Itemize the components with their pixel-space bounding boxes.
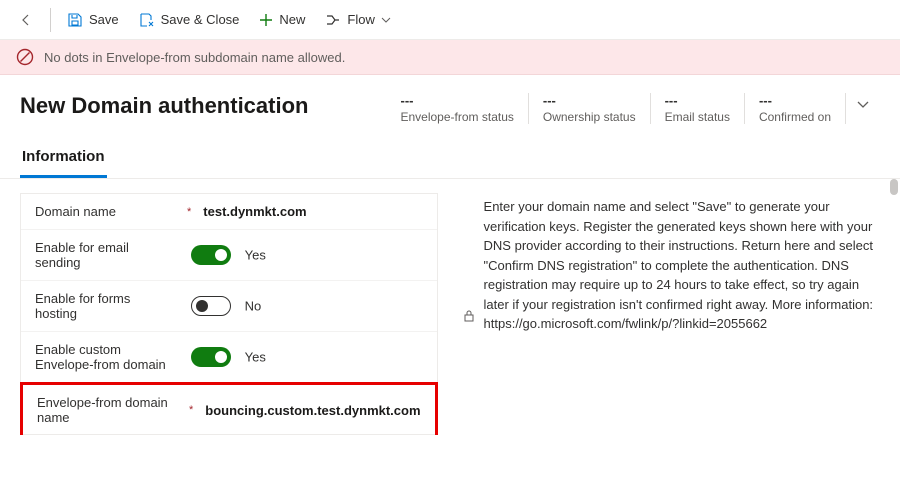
label-forms-hosting: Enable for forms hosting bbox=[35, 291, 175, 321]
field-custom-envelope: Enable custom Envelope-from domain Yes bbox=[21, 332, 437, 383]
save-close-button[interactable]: Save & Close bbox=[131, 8, 248, 32]
command-bar: Save Save & Close New Flow bbox=[0, 0, 900, 40]
content-area: Domain name * test.dynmkt.com Enable for… bbox=[0, 179, 900, 449]
chevron-down-icon bbox=[856, 97, 870, 111]
field-email-sending: Enable for email sending Yes bbox=[21, 230, 437, 281]
error-icon bbox=[16, 48, 34, 66]
required-marker: * bbox=[185, 404, 197, 416]
page-header: New Domain authentication --- Envelope-f… bbox=[0, 75, 900, 134]
divider bbox=[50, 8, 51, 32]
chevron-down-icon bbox=[381, 15, 391, 25]
toggle-forms-hosting-state: No bbox=[245, 299, 262, 314]
save-close-icon bbox=[139, 12, 155, 28]
status-confirmed: --- Confirmed on bbox=[745, 93, 846, 124]
save-icon bbox=[67, 12, 83, 28]
toggle-custom-envelope-state: Yes bbox=[245, 350, 266, 365]
field-envelope-name[interactable]: Envelope-from domain name * bouncing.cus… bbox=[20, 382, 438, 435]
page-title: New Domain authentication bbox=[20, 93, 308, 119]
plus-icon bbox=[259, 13, 273, 27]
save-label: Save bbox=[89, 12, 119, 27]
tab-information[interactable]: Information bbox=[20, 140, 107, 178]
status-envelope: --- Envelope-from status bbox=[386, 93, 528, 124]
toggle-email-sending[interactable] bbox=[191, 245, 231, 265]
flow-label: Flow bbox=[347, 12, 374, 27]
toggle-email-sending-state: Yes bbox=[245, 248, 266, 263]
field-domain-name[interactable]: Domain name * test.dynmkt.com bbox=[21, 194, 437, 230]
back-arrow-icon bbox=[18, 12, 34, 28]
lock-icon bbox=[462, 197, 476, 435]
new-label: New bbox=[279, 12, 305, 27]
save-close-label: Save & Close bbox=[161, 12, 240, 27]
status-ownership: --- Ownership status bbox=[529, 93, 651, 124]
toggle-custom-envelope[interactable] bbox=[191, 347, 231, 367]
save-button[interactable]: Save bbox=[59, 8, 127, 32]
label-domain-name: Domain name bbox=[35, 204, 175, 219]
label-email-sending: Enable for email sending bbox=[35, 240, 175, 270]
status-summary: --- Envelope-from status --- Ownership s… bbox=[386, 93, 880, 124]
info-text: Enter your domain name and select "Save"… bbox=[484, 197, 880, 435]
back-button[interactable] bbox=[10, 8, 42, 32]
expand-status-button[interactable] bbox=[846, 93, 880, 118]
status-email: --- Email status bbox=[651, 93, 745, 124]
value-envelope-name: bouncing.custom.test.dynmkt.com bbox=[205, 403, 420, 418]
flow-button[interactable]: Flow bbox=[317, 8, 398, 32]
form-panel: Domain name * test.dynmkt.com Enable for… bbox=[20, 193, 438, 435]
info-panel: Enter your domain name and select "Save"… bbox=[462, 193, 880, 435]
required-marker: * bbox=[183, 206, 195, 218]
label-envelope-name: Envelope-from domain name bbox=[37, 395, 177, 425]
flow-icon bbox=[325, 12, 341, 28]
label-custom-envelope: Enable custom Envelope-from domain bbox=[35, 342, 175, 372]
value-domain-name: test.dynmkt.com bbox=[203, 204, 306, 219]
error-message: No dots in Envelope-from subdomain name … bbox=[44, 50, 345, 65]
scrollbar[interactable] bbox=[890, 179, 898, 195]
toggle-forms-hosting[interactable] bbox=[191, 296, 231, 316]
new-button[interactable]: New bbox=[251, 8, 313, 31]
field-forms-hosting: Enable for forms hosting No bbox=[21, 281, 437, 332]
tab-bar: Information bbox=[0, 140, 900, 179]
error-banner: No dots in Envelope-from subdomain name … bbox=[0, 40, 900, 75]
